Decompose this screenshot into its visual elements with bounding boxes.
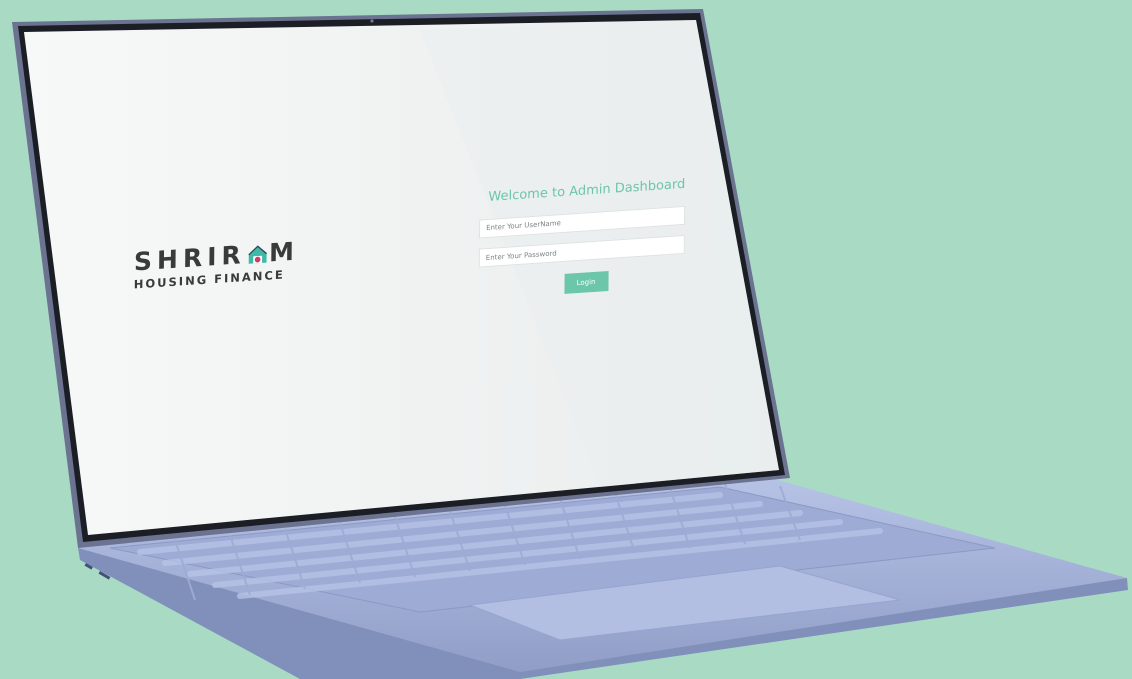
logo-word-end: M [268, 236, 300, 268]
login-screen: SHRIR M HOUSING FINANCE Welcome to Admin… [62, 0, 716, 488]
username-input[interactable] [478, 205, 686, 239]
scene: SHRIR M HOUSING FINANCE Welcome to Admin… [0, 0, 1132, 679]
house-icon [248, 245, 267, 264]
shriram-logo: SHRIR M HOUSING FINANCE [134, 236, 300, 292]
welcome-title: Welcome to Admin Dashboard [488, 176, 686, 205]
login-form: Welcome to Admin Dashboard Login [478, 176, 694, 299]
login-button[interactable]: Login [563, 270, 609, 294]
password-input[interactable] [478, 234, 685, 268]
